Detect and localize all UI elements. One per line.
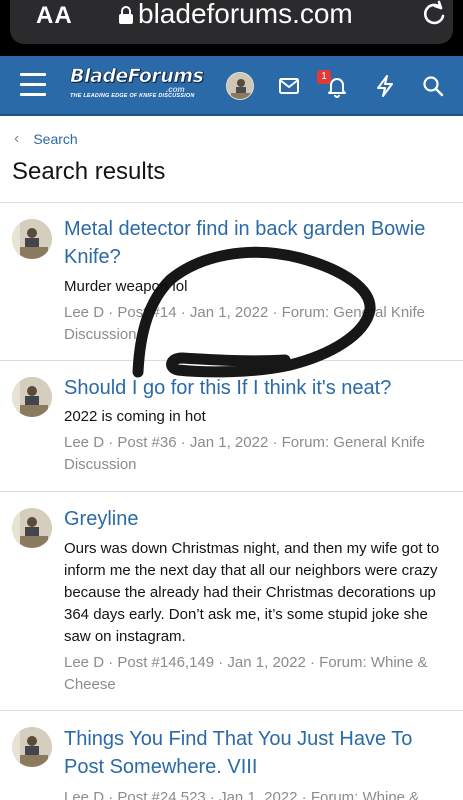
result-snippet: 2022 is coming in hot <box>64 408 206 425</box>
url-display[interactable]: bladeforums.com <box>118 0 353 28</box>
logo-suffix: .com <box>166 85 185 94</box>
result-meta: Lee D · Post #14 · Jan 1, 2022 · Forum: … <box>64 304 426 343</box>
result-meta: Lee D · Post #24,523 · Jan 1, 2022 · For… <box>64 789 420 800</box>
logo-text: BladeForums <box>70 65 204 88</box>
search-icon[interactable] <box>421 74 445 98</box>
address-bar[interactable]: AA bladeforums.com <box>10 0 453 44</box>
chevron-left-icon: ‹ <box>14 130 20 147</box>
lightning-icon[interactable] <box>373 74 397 98</box>
search-result: Things You Find That You Just Have To Po… <box>0 711 463 800</box>
url-text: bladeforums.com <box>138 0 353 29</box>
search-result: Greyline Ours was down Christmas night, … <box>0 492 463 711</box>
result-meta: Lee D · Post #36 · Jan 1, 2022 · Forum: … <box>64 434 426 473</box>
browser-bar: AA bladeforums.com <box>0 0 463 56</box>
result-title[interactable]: Metal detector find in back garden Bowie… <box>64 215 454 271</box>
reload-icon[interactable] <box>420 0 448 28</box>
user-avatar[interactable] <box>226 72 254 100</box>
text-size-button[interactable]: AA <box>36 2 73 30</box>
result-snippet: Ours was down Christmas night, and then … <box>64 540 440 645</box>
avatar[interactable] <box>12 219 52 259</box>
avatar[interactable] <box>12 727 52 767</box>
page-title: Search results <box>12 158 166 185</box>
menu-icon[interactable] <box>20 73 46 96</box>
search-result: Should I go for this If I think it's nea… <box>0 361 463 492</box>
result-title[interactable]: Greyline <box>64 505 454 533</box>
avatar[interactable] <box>12 377 52 417</box>
result-snippet: Murder weapon lol <box>64 278 188 295</box>
alerts-badge: 1 <box>317 70 331 84</box>
breadcrumb-search[interactable]: Search <box>33 131 77 147</box>
result-title[interactable]: Things You Find That You Just Have To Po… <box>64 725 454 781</box>
lock-icon <box>119 6 133 24</box>
site-logo[interactable]: BladeForums .com THE LEADING EDGE OF KNI… <box>70 65 204 109</box>
breadcrumb[interactable]: ‹ Search <box>14 130 78 148</box>
search-result: Metal detector find in back garden Bowie… <box>0 203 463 361</box>
inbox-icon[interactable] <box>277 74 301 98</box>
forum-header: BladeForums .com THE LEADING EDGE OF KNI… <box>0 56 463 116</box>
result-meta: Lee D · Post #146,149 · Jan 1, 2022 · Fo… <box>64 654 428 693</box>
result-title[interactable]: Should I go for this If I think it's nea… <box>64 374 454 402</box>
avatar[interactable] <box>12 508 52 548</box>
